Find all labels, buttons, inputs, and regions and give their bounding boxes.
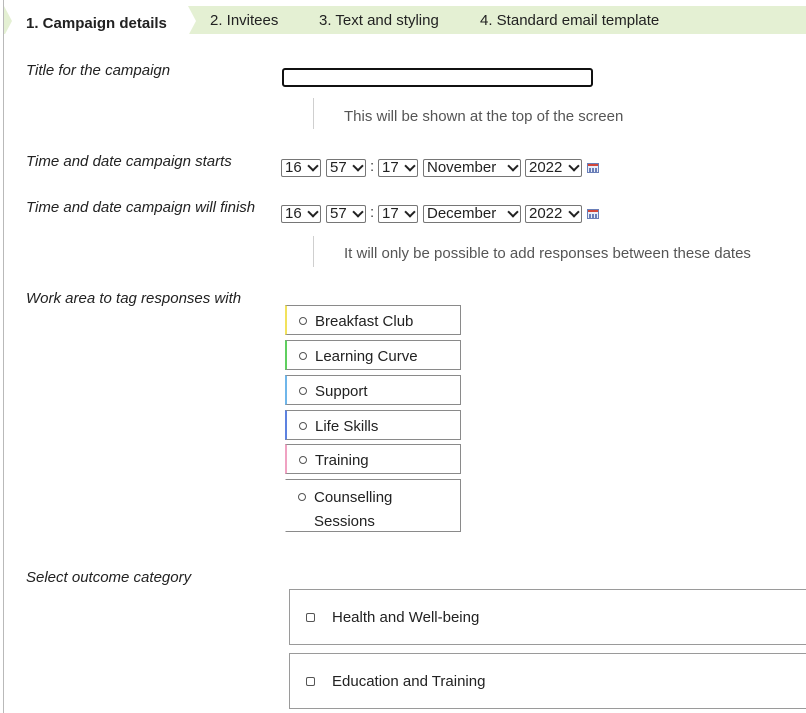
tab-invitees[interactable]: 2. Invitees <box>210 6 278 34</box>
outcome-category-option-label: Health and Well-being <box>332 609 480 626</box>
calendar-icon[interactable] <box>587 209 599 219</box>
work-area-option[interactable]: Support <box>285 375 461 405</box>
work-area-option-label: Learning Curve <box>315 348 418 365</box>
start-hour-select[interactable]: 16 <box>281 159 321 177</box>
outcome-category-label: Select outcome category <box>26 569 192 586</box>
tab-campaign-details[interactable]: 1. Campaign details <box>4 6 196 36</box>
outcome-category-option[interactable]: Health and Well-being <box>289 589 806 645</box>
title-hint-divider <box>313 98 314 129</box>
work-area-option[interactable]: Counselling Sessions <box>285 479 461 532</box>
start-year-select[interactable]: 2022 <box>525 159 582 177</box>
work-area-option-label: Training <box>315 452 369 469</box>
start-minute-value: 57 <box>330 159 347 176</box>
radio-icon <box>299 352 307 360</box>
finish-month-value: December <box>427 205 497 222</box>
checkbox-icon <box>306 613 315 622</box>
work-area-option[interactable]: Learning Curve <box>285 340 461 370</box>
start-year-value: 2022 <box>529 159 563 176</box>
finish-minute-select[interactable]: 57 <box>326 205 366 223</box>
tab-text-and-styling[interactable]: 3. Text and styling <box>319 6 439 34</box>
radio-icon <box>299 387 307 395</box>
radio-icon <box>298 493 306 501</box>
chevron-down-icon <box>507 206 519 218</box>
start-second-value: 17 <box>382 159 399 176</box>
work-area-option-label: Support <box>315 383 368 400</box>
chevron-down-icon <box>404 160 416 172</box>
campaign-dates-hint: It will only be possible to add response… <box>344 245 751 262</box>
radio-icon <box>299 422 307 430</box>
calendar-icon[interactable] <box>587 163 599 173</box>
work-area-option-label: Counselling Sessions <box>314 489 393 530</box>
work-area-option[interactable]: Breakfast Club <box>285 305 461 335</box>
radio-icon <box>299 456 307 464</box>
finish-second-select[interactable]: 17 <box>378 205 418 223</box>
campaign-title-label: Title for the campaign <box>26 62 171 79</box>
campaign-title-input[interactable] <box>282 68 593 87</box>
work-area-option-label: Life Skills <box>315 418 379 435</box>
outcome-category-option-label: Education and Training <box>332 673 486 690</box>
time-separator: : <box>370 204 375 221</box>
work-area-option[interactable]: Life Skills <box>285 410 461 440</box>
campaign-start-label: Time and date campaign starts <box>26 153 232 170</box>
finish-year-value: 2022 <box>529 205 563 222</box>
start-hour-value: 16 <box>285 159 302 176</box>
dates-hint-divider <box>313 236 314 267</box>
finish-year-select[interactable]: 2022 <box>525 205 582 223</box>
finish-month-select[interactable]: December <box>423 205 521 223</box>
work-area-option[interactable]: Training <box>285 444 461 474</box>
chevron-down-icon <box>507 160 519 172</box>
campaign-title-hint: This will be shown at the top of the scr… <box>344 108 624 125</box>
start-month-value: November <box>427 159 497 176</box>
tab-standard-email-template[interactable]: 4. Standard email template <box>480 6 659 34</box>
chevron-down-icon <box>307 160 319 172</box>
work-area-label: Work area to tag responses with <box>26 290 242 307</box>
chevron-down-icon <box>307 206 319 218</box>
finish-hour-value: 16 <box>285 205 302 222</box>
start-minute-select[interactable]: 57 <box>326 159 366 177</box>
checkbox-icon <box>306 677 315 686</box>
chevron-down-icon <box>352 160 364 172</box>
finish-hour-select[interactable]: 16 <box>281 205 321 223</box>
chevron-down-icon <box>352 206 364 218</box>
page-left-border <box>3 0 4 713</box>
outcome-category-option[interactable]: Education and Training <box>289 653 806 709</box>
chevron-down-icon <box>568 160 580 172</box>
campaign-finish-label: Time and date campaign will finish <box>26 199 256 216</box>
finish-minute-value: 57 <box>330 205 347 222</box>
start-month-select[interactable]: November <box>423 159 521 177</box>
chevron-down-icon <box>568 206 580 218</box>
radio-icon <box>299 317 307 325</box>
start-second-select[interactable]: 17 <box>378 159 418 177</box>
time-separator: : <box>370 158 375 175</box>
work-area-option-label: Breakfast Club <box>315 313 414 330</box>
finish-second-value: 17 <box>382 205 399 222</box>
tab-campaign-details-label: 1. Campaign details <box>26 15 167 32</box>
chevron-down-icon <box>404 206 416 218</box>
